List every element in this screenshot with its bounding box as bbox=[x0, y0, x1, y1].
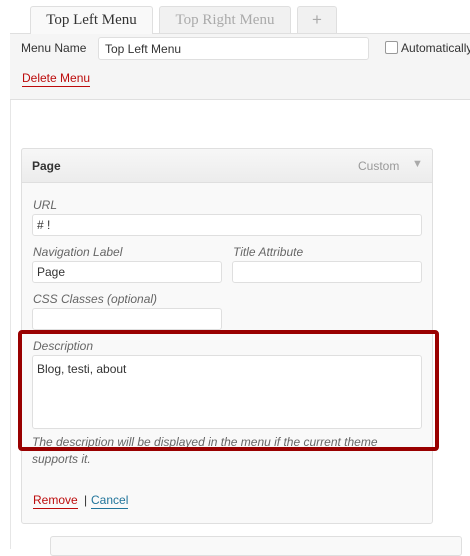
menu-item-type: Custom bbox=[358, 159, 400, 173]
delete-menu-link[interactable]: Delete Menu bbox=[22, 71, 91, 87]
left-divider bbox=[10, 100, 11, 549]
expand-arrow-icon[interactable]: ▼ bbox=[412, 158, 423, 170]
auto-add-checkbox[interactable] bbox=[385, 41, 398, 54]
menu-name-label: Menu Name bbox=[21, 41, 87, 55]
css-classes-input[interactable] bbox=[32, 308, 222, 330]
add-menu-tab[interactable]: + bbox=[297, 6, 337, 33]
next-menu-item-panel[interactable] bbox=[50, 536, 462, 556]
url-input[interactable] bbox=[32, 214, 422, 236]
remove-link[interactable]: Remove bbox=[33, 493, 78, 509]
auto-add-label: Automatically bbox=[401, 41, 470, 55]
title-attribute-label: Title Attribute bbox=[233, 245, 304, 259]
description-highlight-box bbox=[18, 330, 439, 451]
navigation-label-label: Navigation Label bbox=[33, 245, 123, 259]
tab-top-right-menu[interactable]: Top Right Menu bbox=[159, 6, 291, 33]
menu-item-title: Page bbox=[32, 159, 61, 173]
menu-name-input[interactable] bbox=[98, 37, 369, 60]
css-classes-label: CSS Classes (optional) bbox=[33, 292, 158, 306]
title-attribute-input[interactable] bbox=[232, 261, 422, 283]
tab-top-left-menu[interactable]: Top Left Menu bbox=[30, 6, 153, 34]
cancel-link[interactable]: Cancel bbox=[91, 493, 129, 509]
navigation-label-input[interactable] bbox=[32, 261, 222, 283]
link-separator: | bbox=[84, 493, 88, 507]
url-label: URL bbox=[33, 198, 58, 212]
